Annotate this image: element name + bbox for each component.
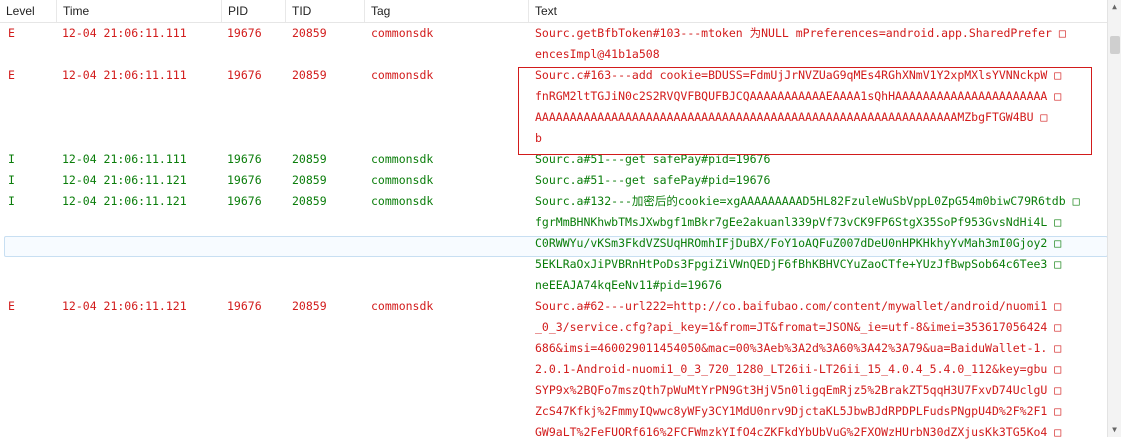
- log-text-line: C0RWWYu/vKSm3FkdVZSUqHROmhIFjDuBX/FoY1oA…: [535, 236, 1062, 250]
- log-pid: 19676: [227, 194, 262, 208]
- log-time: 12-04 21:06:11.121: [62, 173, 187, 187]
- log-pid: 19676: [227, 152, 262, 166]
- log-time: 12-04 21:06:11.111: [62, 152, 187, 166]
- vertical-scrollbar[interactable]: ▲ ▼: [1107, 0, 1121, 437]
- log-level: E: [8, 68, 15, 82]
- log-text-line: fgrMmBHNKhwbTMsJXwbgf1mBkr7gEe2akuanl339…: [535, 215, 1062, 229]
- log-row[interactable]: E 12-04 21:06:11.111 19676 20859 commonsdk So…: [0, 23, 1108, 65]
- log-level: E: [8, 299, 15, 313]
- log-tag: commonsdk: [371, 299, 434, 313]
- column-header-tag[interactable]: Tag: [365, 0, 529, 22]
- scrollbar-thumb[interactable]: [1110, 36, 1120, 54]
- log-table-header: Level Time PID TID Tag Text: [0, 0, 1121, 23]
- scroll-up-arrow-icon[interactable]: ▲: [1108, 0, 1121, 14]
- annotation-highlight-box: [518, 67, 1092, 155]
- log-pid: 19676: [227, 26, 262, 40]
- log-level: I: [8, 152, 15, 166]
- log-text-line: 5EKLRaOxJiPVBRnHtPoDs3FpgiZiVWnQEDjF6fBh…: [535, 257, 1062, 271]
- log-text-line: Sourc.a#132---加密后的cookie=xgAAAAAAAAAD5HL…: [535, 194, 1080, 208]
- log-tid: 20859: [292, 152, 327, 166]
- log-row[interactable]: E 12-04 21:06:11.121 19676 20859 commonsdk So…: [0, 296, 1108, 443]
- log-time: 12-04 21:06:11.121: [62, 299, 187, 313]
- log-row[interactable]: I 12-04 21:06:11.121 19676 20859 commonsdk So…: [0, 170, 1108, 191]
- log-tid: 20859: [292, 68, 327, 82]
- log-tag: commonsdk: [371, 26, 434, 40]
- log-tag: commonsdk: [371, 194, 434, 208]
- log-level: E: [8, 26, 15, 40]
- log-text-line: Sourc.getBfbToken#103---mtoken 为NULL mPr…: [535, 26, 1066, 40]
- log-text-line: _0_3/service.cfg?api_key=1&from=JT&froma…: [535, 320, 1062, 334]
- log-text-line: GW9aLT%2FeFUORf616%2FCFWmzkYIfO4cZKFkdYb…: [535, 425, 1062, 439]
- column-header-time[interactable]: Time: [57, 0, 222, 22]
- log-tag: commonsdk: [371, 68, 434, 82]
- log-tid: 20859: [292, 299, 327, 313]
- log-pid: 19676: [227, 68, 262, 82]
- log-level: I: [8, 194, 15, 208]
- log-pid: 19676: [227, 173, 262, 187]
- log-tag: commonsdk: [371, 173, 434, 187]
- log-row[interactable]: I 12-04 21:06:11.121 19676 20859 commonsdk So…: [0, 191, 1108, 296]
- log-text-line: SYP9x%2BQFo7mszQth7pWuMtYrPN9Gt3HjV5n0li…: [535, 383, 1062, 397]
- log-text-line: neEEAJA74kqEeNv11#pid=19676: [535, 278, 722, 292]
- log-text-line: encesImpl@41b1a508: [535, 47, 660, 61]
- log-text-line: 686&imsi=460029011454050&mac=00%3Aeb%3A2…: [535, 341, 1062, 355]
- log-tid: 20859: [292, 194, 327, 208]
- log-pid: 19676: [227, 299, 262, 313]
- log-time: 12-04 21:06:11.111: [62, 26, 187, 40]
- log-tid: 20859: [292, 173, 327, 187]
- column-header-tid[interactable]: TID: [286, 0, 365, 22]
- log-text-line: Sourc.a#62---url222=http://co.baifubao.c…: [535, 299, 1062, 313]
- column-header-pid[interactable]: PID: [222, 0, 286, 22]
- scroll-down-arrow-icon[interactable]: ▼: [1108, 423, 1121, 437]
- log-text-line: ZcS47Kfkj%2FmmyIQwwc8yWFy3CY1MdU0nrv9Djc…: [535, 404, 1062, 418]
- log-tid: 20859: [292, 26, 327, 40]
- log-time: 12-04 21:06:11.121: [62, 194, 187, 208]
- log-time: 12-04 21:06:11.111: [62, 68, 187, 82]
- column-header-level[interactable]: Level: [0, 0, 57, 22]
- log-text-line: 2.0.1-Android-nuomi1_0_3_720_1280_LT26ii…: [535, 362, 1062, 376]
- log-text-line: Sourc.a#51---get safePay#pid=19676: [535, 173, 771, 187]
- log-level: I: [8, 173, 15, 187]
- log-tag: commonsdk: [371, 152, 434, 166]
- column-header-text[interactable]: Text: [529, 0, 1108, 22]
